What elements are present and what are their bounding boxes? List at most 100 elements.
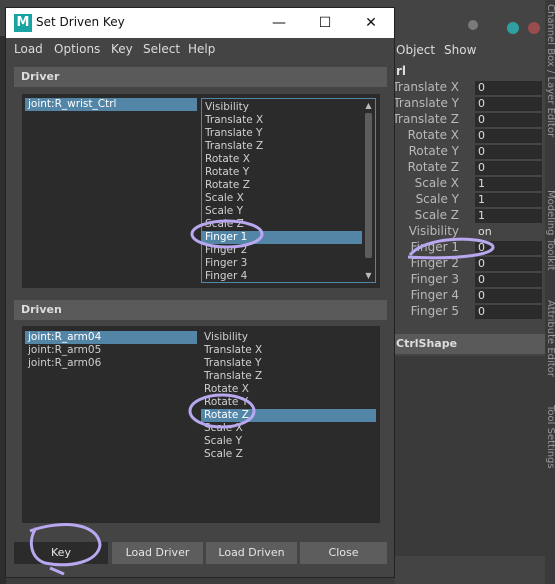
- channel-value-field[interactable]: 0: [475, 161, 542, 175]
- scroll-up-icon[interactable]: ▲: [364, 101, 373, 110]
- menu-options[interactable]: Options: [54, 42, 100, 56]
- side-tab-tool-settings[interactable]: Tool Settings: [545, 405, 555, 469]
- menu-key[interactable]: Key: [111, 42, 133, 56]
- driven-attribute-item[interactable]: Scale X: [201, 422, 376, 435]
- close-button[interactable]: Close: [300, 542, 387, 564]
- driver-attribute-item[interactable]: Translate X: [202, 114, 362, 127]
- scroll-down-icon[interactable]: ▼: [364, 271, 373, 280]
- channel-value-field[interactable]: 0: [475, 97, 542, 111]
- channel-label[interactable]: Finger 2: [411, 256, 459, 270]
- minimize-button[interactable]: —: [256, 8, 302, 38]
- menu-help[interactable]: Help: [188, 42, 215, 56]
- refresh-icon[interactable]: [507, 22, 519, 34]
- channel-value-field[interactable]: 0: [475, 129, 542, 143]
- key-button[interactable]: Key: [14, 542, 108, 564]
- channel-label[interactable]: Rotate Z: [408, 160, 459, 174]
- driven-attribute-item[interactable]: Rotate Y: [201, 396, 376, 409]
- channel-label[interactable]: Finger 5: [411, 304, 459, 318]
- menu-select[interactable]: Select: [143, 42, 180, 56]
- channel-row[interactable]: Finger 1 0: [395, 240, 545, 256]
- channel-row[interactable]: Finger 3 0: [395, 272, 545, 288]
- driven-object-item[interactable]: joint:R_arm04: [25, 331, 197, 344]
- driven-attribute-item[interactable]: Translate Z: [201, 370, 376, 383]
- channel-row[interactable]: Scale Z 1: [395, 208, 545, 224]
- close-window-button[interactable]: ✕: [348, 8, 394, 38]
- menu-load[interactable]: Load: [14, 42, 43, 56]
- channel-row[interactable]: Finger 4 0: [395, 288, 545, 304]
- driver-object-item[interactable]: joint:R_wrist_Ctrl: [25, 98, 197, 111]
- driven-attribute-item[interactable]: Translate Y: [201, 357, 376, 370]
- driver-attribute-item[interactable]: Scale Y: [202, 205, 362, 218]
- channel-label[interactable]: Scale X: [415, 176, 459, 190]
- channel-value-field[interactable]: 0: [475, 273, 542, 287]
- channel-value-field[interactable]: 1: [475, 193, 542, 207]
- driven-section-header[interactable]: Driven: [14, 300, 387, 320]
- channel-value-field[interactable]: 0: [475, 241, 542, 255]
- channel-label[interactable]: Finger 4: [411, 288, 459, 302]
- driver-attribute-item[interactable]: Finger 4: [202, 270, 362, 282]
- channel-row[interactable]: Scale Y 1: [395, 192, 545, 208]
- driver-object-list[interactable]: joint:R_wrist_Ctrl: [25, 98, 197, 283]
- load-driven-button[interactable]: Load Driven: [206, 542, 297, 564]
- driver-attribute-item[interactable]: Visibility: [202, 101, 362, 114]
- channel-label[interactable]: Scale Y: [416, 192, 459, 206]
- driver-attribute-item[interactable]: Scale Z: [202, 218, 362, 231]
- channel-row[interactable]: Visibility on: [395, 224, 545, 240]
- channel-label[interactable]: Visibility: [409, 224, 459, 238]
- driven-object-item[interactable]: joint:R_arm06: [25, 357, 197, 370]
- channel-value-field[interactable]: 0: [475, 145, 542, 159]
- shape-node-header[interactable]: CtrlShape: [395, 334, 545, 354]
- driven-attribute-item[interactable]: Visibility: [201, 331, 376, 344]
- load-driver-button[interactable]: Load Driver: [112, 542, 203, 564]
- driver-attribute-item[interactable]: Finger 2: [202, 244, 362, 257]
- channel-label[interactable]: Rotate Y: [409, 144, 459, 158]
- driver-attribute-item[interactable]: Finger 3: [202, 257, 362, 270]
- driven-attribute-item[interactable]: Scale Y: [201, 435, 376, 448]
- driver-attribute-item[interactable]: Finger 1: [202, 231, 362, 244]
- side-tab-modeling-toolkit[interactable]: Modeling Toolkit: [545, 190, 555, 271]
- channel-row[interactable]: Translate Z 0: [392, 112, 545, 128]
- dot-icon[interactable]: [468, 20, 478, 30]
- channel-row[interactable]: Finger 2 0: [395, 256, 545, 272]
- driven-object-list[interactable]: joint:R_arm04 joint:R_arm05 joint:R_arm06: [25, 331, 197, 518]
- scroll-thumb[interactable]: [365, 113, 372, 258]
- driver-attribute-item[interactable]: Scale X: [202, 192, 362, 205]
- driver-attribute-items[interactable]: Visibility Translate X Translate Y Translat…: [202, 101, 362, 282]
- title-bar[interactable]: M Set Driven Key — ☐ ✕: [6, 8, 394, 38]
- driver-attribute-item[interactable]: Translate Y: [202, 127, 362, 140]
- driven-attribute-item[interactable]: Rotate Z: [201, 409, 376, 422]
- channel-box-menu-object[interactable]: Object: [396, 43, 435, 57]
- channel-box-menu-show[interactable]: Show: [444, 43, 476, 57]
- driver-attribute-item[interactable]: Rotate Y: [202, 166, 362, 179]
- driver-section-header[interactable]: Driver: [14, 67, 387, 87]
- channel-row[interactable]: Scale X 1: [395, 176, 545, 192]
- channel-value-field[interactable]: 0: [475, 257, 542, 271]
- driven-attribute-list[interactable]: Visibility Translate X Translate Y Translat…: [201, 331, 376, 518]
- driven-object-item[interactable]: joint:R_arm05: [25, 344, 197, 357]
- side-tab-attribute-editor[interactable]: Attribute Editor: [545, 300, 555, 377]
- driver-attribute-item[interactable]: Rotate X: [202, 153, 362, 166]
- channel-row[interactable]: Rotate X 0: [395, 128, 545, 144]
- channel-row[interactable]: Rotate Y 0: [395, 144, 545, 160]
- channel-label[interactable]: Translate Z: [392, 112, 459, 126]
- channel-row[interactable]: Rotate Z 0: [395, 160, 545, 176]
- driver-scrollbar[interactable]: ▲ ▼: [363, 99, 374, 282]
- maximize-button[interactable]: ☐: [302, 8, 348, 38]
- channel-value-field[interactable]: 0: [475, 113, 542, 127]
- side-tab-channel-box[interactable]: Channel Box / Layer Editor: [545, 4, 555, 137]
- channel-label[interactable]: Translate Y: [393, 96, 459, 110]
- driver-attribute-item[interactable]: Translate Z: [202, 140, 362, 153]
- status-icon[interactable]: [528, 22, 540, 34]
- channel-value-field[interactable]: 1: [475, 177, 542, 191]
- channel-value-field[interactable]: on: [475, 225, 542, 239]
- channel-row[interactable]: Translate Y 0: [393, 96, 545, 112]
- driven-attribute-item[interactable]: Rotate X: [201, 383, 376, 396]
- channel-label[interactable]: Finger 3: [411, 272, 459, 286]
- channel-value-field[interactable]: 1: [475, 209, 542, 223]
- driven-attribute-item[interactable]: Translate X: [201, 344, 376, 357]
- channel-value-field[interactable]: 0: [475, 305, 542, 319]
- channel-label[interactable]: Scale Z: [415, 208, 459, 222]
- channel-label[interactable]: Rotate X: [408, 128, 459, 142]
- channel-row[interactable]: Translate X 0: [392, 80, 545, 96]
- channel-value-field[interactable]: 0: [475, 289, 542, 303]
